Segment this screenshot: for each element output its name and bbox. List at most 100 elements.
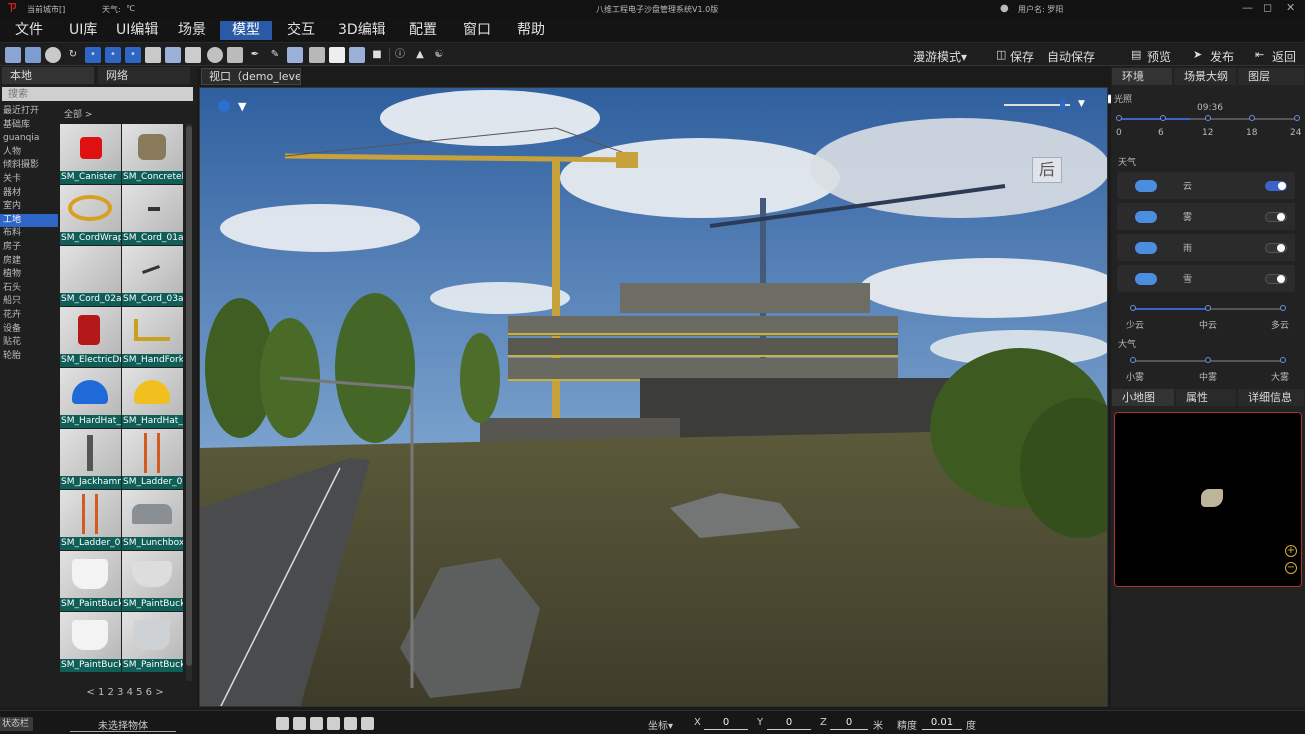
publish-button[interactable]: 发布 xyxy=(1210,48,1234,65)
tab-network[interactable]: 网络 xyxy=(98,67,190,84)
asset-scrollbar[interactable] xyxy=(186,124,192,681)
fog-toggle[interactable] xyxy=(1265,212,1287,222)
category-building[interactable]: 房建 xyxy=(0,255,58,269)
asset-item[interactable]: SM_PaintBuck xyxy=(60,551,121,611)
asset-item[interactable]: SM_HardHat_ xyxy=(122,368,183,428)
open-icon[interactable] xyxy=(25,47,41,63)
globe-icon[interactable] xyxy=(207,47,223,63)
category-equipment[interactable]: 器材 xyxy=(0,187,58,201)
camera-icon[interactable] xyxy=(327,717,340,730)
category-stone[interactable]: 石头 xyxy=(0,282,58,296)
move-icon[interactable] xyxy=(293,717,306,730)
dot-blue-icon[interactable]: • xyxy=(85,47,101,63)
restore-button[interactable]: ◻ xyxy=(1263,1,1272,14)
asset-item[interactable]: SM_PaintBuck xyxy=(122,551,183,611)
list-icon[interactable] xyxy=(185,47,201,63)
close-button[interactable]: ✕ xyxy=(1286,1,1295,14)
y-coordinate-input[interactable]: 0 xyxy=(767,716,811,730)
menu-model[interactable]: 模型 xyxy=(220,21,272,40)
asset-item[interactable]: SM_Lunchbox xyxy=(122,490,183,550)
image-icon[interactable] xyxy=(287,47,303,63)
tab-details[interactable]: 详细信息 xyxy=(1238,389,1304,406)
rotate-icon[interactable]: ↻ xyxy=(65,47,81,63)
asset-item[interactable]: SM_Ladder_01 xyxy=(122,429,183,489)
category-tires[interactable]: 轮胎 xyxy=(0,350,58,364)
save-button[interactable]: 保存 xyxy=(1010,48,1034,65)
asset-item[interactable]: SM_PaintBuck xyxy=(122,612,183,672)
menu-help[interactable]: 帮助 xyxy=(509,21,553,40)
tab-minimap[interactable]: 小地图 xyxy=(1112,389,1174,406)
menu-ui-library[interactable]: UI库 xyxy=(61,21,105,40)
view-cube-back[interactable]: 后 xyxy=(1032,157,1062,183)
asset-item[interactable]: SM_HardHat_ xyxy=(60,368,121,428)
category-guanqia[interactable]: guanqia xyxy=(0,132,58,146)
menu-scene[interactable]: 场景 xyxy=(170,21,214,40)
menu-3d-edit[interactable]: 3D编辑 xyxy=(330,21,394,40)
asset-item[interactable]: SM_Jackhamm xyxy=(60,429,121,489)
category-plants[interactable]: 植物 xyxy=(0,268,58,282)
zoom-in-icon[interactable]: + xyxy=(1285,545,1297,557)
zoom-slider-handle[interactable] xyxy=(1060,99,1065,111)
group-icon[interactable] xyxy=(344,717,357,730)
menu-ui-edit[interactable]: UI编辑 xyxy=(108,21,166,40)
asset-item[interactable]: SM_Cord_01a xyxy=(122,185,183,245)
category-level[interactable]: 关卡 xyxy=(0,173,58,187)
asset-item[interactable]: SM_Cord_03a xyxy=(122,246,183,306)
info-icon[interactable]: ⓘ xyxy=(392,47,408,63)
document-icon[interactable] xyxy=(329,47,345,63)
category-house[interactable]: 房子 xyxy=(0,241,58,255)
menu-file[interactable]: 文件 xyxy=(7,21,51,40)
precision-input[interactable]: 0.01 xyxy=(922,716,962,730)
category-construction[interactable]: 工地 xyxy=(0,213,58,228)
terrain-icon[interactable]: ▲ xyxy=(412,47,428,63)
category-flowers[interactable]: 花卉 xyxy=(0,309,58,323)
category-people[interactable]: 人物 xyxy=(0,146,58,160)
category-recent[interactable]: 最近打开 xyxy=(0,105,58,119)
minimap[interactable]: + − xyxy=(1114,412,1302,587)
hand-icon[interactable] xyxy=(309,47,325,63)
tab-scene-outline[interactable]: 场景大纲 xyxy=(1174,68,1236,85)
category-cloth[interactable]: 布料 xyxy=(0,227,58,241)
category-oblique[interactable]: 倾斜摄影 xyxy=(0,159,58,173)
preview-button[interactable]: 预览 xyxy=(1147,48,1171,65)
menu-interaction[interactable]: 交互 xyxy=(279,21,323,40)
category-devices[interactable]: 设备 xyxy=(0,323,58,337)
asset-item[interactable]: SM_Cord_02a xyxy=(60,246,121,306)
minimize-button[interactable]: — xyxy=(1242,1,1253,14)
rain-toggle[interactable] xyxy=(1265,243,1287,253)
align-icon[interactable] xyxy=(145,47,161,63)
cube-icon[interactable] xyxy=(227,47,243,63)
dot-blue-icon-2[interactable]: • xyxy=(105,47,121,63)
asset-item[interactable]: SM_Concretel xyxy=(122,124,183,184)
category-ships[interactable]: 船只 xyxy=(0,295,58,309)
z-coordinate-input[interactable]: 0 xyxy=(830,716,868,730)
dot-blue-icon-3[interactable]: • xyxy=(125,47,141,63)
viewport-tab[interactable]: 视口（demo_leve xyxy=(201,68,301,85)
viewport-dropdown-icon[interactable]: ▼ xyxy=(238,100,246,113)
fog-level-dot[interactable] xyxy=(1130,357,1136,363)
asset-item[interactable]: SM_Canister xyxy=(60,124,121,184)
tab-properties[interactable]: 属性 xyxy=(1176,389,1236,406)
tab-local[interactable]: 本地 xyxy=(2,67,94,84)
fog-level-dot[interactable] xyxy=(1205,357,1211,363)
cloud-toggle[interactable] xyxy=(1265,181,1287,191)
menu-window[interactable]: 窗口 xyxy=(455,21,499,40)
fog-level-dot[interactable] xyxy=(1280,357,1286,363)
pagination[interactable]: < 1 2 3 4 5 6 > xyxy=(60,687,190,698)
back-button[interactable]: 返回 xyxy=(1272,48,1296,65)
location-pin-icon[interactable] xyxy=(218,100,230,112)
3d-viewport[interactable]: ▼ ▼ 后 xyxy=(199,87,1108,707)
x-coordinate-input[interactable]: 0 xyxy=(704,716,748,730)
roam-mode-dropdown[interactable]: 漫游模式▾ xyxy=(913,48,967,65)
breadcrumb[interactable]: 全部 > xyxy=(64,107,92,120)
transform-icon[interactable] xyxy=(349,47,365,63)
search-input[interactable] xyxy=(2,87,193,101)
tab-environment[interactable]: 环境 xyxy=(1112,68,1172,85)
brush-icon[interactable]: ✒ xyxy=(247,47,263,63)
asset-item[interactable]: SM_CordWrap xyxy=(60,185,121,245)
layers-icon[interactable] xyxy=(165,47,181,63)
snow-toggle[interactable] xyxy=(1265,274,1287,284)
search-icon[interactable] xyxy=(361,717,374,730)
zoom-out-icon[interactable]: − xyxy=(1285,562,1297,574)
pen-icon[interactable]: ✎ xyxy=(267,47,283,63)
